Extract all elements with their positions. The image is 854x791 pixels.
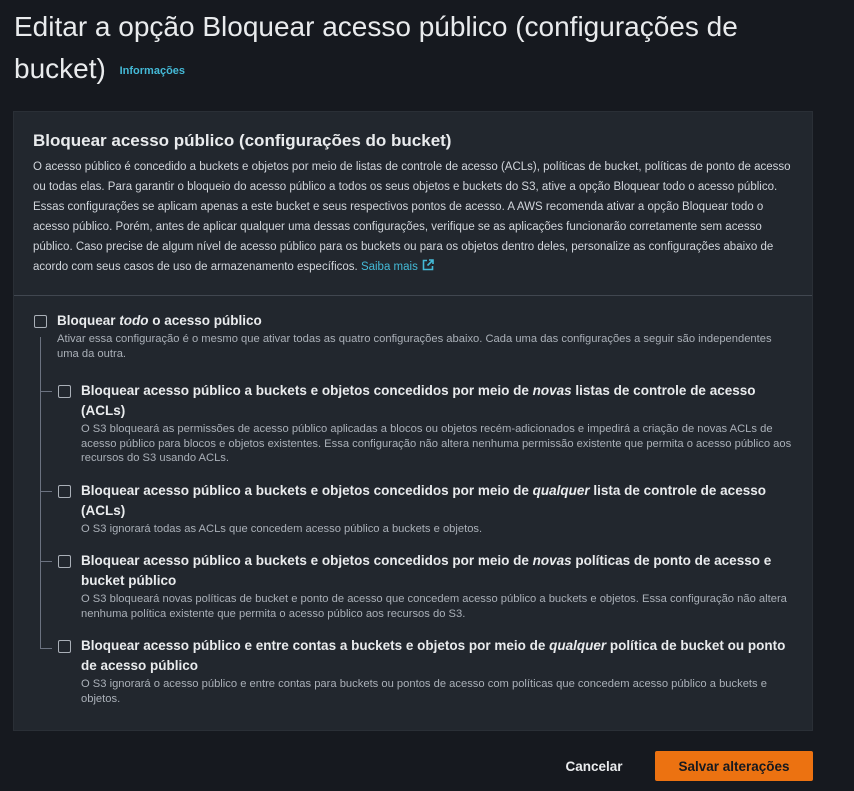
block-all-checkbox[interactable] <box>34 315 47 328</box>
cancel-button[interactable]: Cancelar <box>552 751 636 781</box>
panel-header: Bloquear acesso público (configurações d… <box>33 130 793 277</box>
block-all-title-pre: Bloquear <box>57 313 120 328</box>
option-any-policies-checkbox[interactable] <box>58 640 71 653</box>
option-any-policies-title: Bloquear acesso público e entre contas a… <box>81 636 801 676</box>
option-title-pre: Bloquear acesso público e entre contas a… <box>81 638 550 653</box>
learn-more-label: Saiba mais <box>360 261 418 273</box>
panel-description: O acesso público é concedido a buckets e… <box>33 157 793 277</box>
option-any-policies-description: O S3 ignorará o acesso público e entre c… <box>81 678 767 705</box>
block-all-title-em: todo <box>119 313 149 328</box>
option-title-em: qualquer <box>532 483 590 498</box>
save-changes-button[interactable]: Salvar alterações <box>655 751 813 781</box>
external-link-icon <box>422 259 434 271</box>
option-title-em: novas <box>532 383 572 398</box>
option-any-acls-checkbox[interactable] <box>58 485 71 498</box>
tree-connector <box>40 337 41 649</box>
tree-branch <box>40 561 52 562</box>
tree-branch <box>40 391 52 392</box>
panel-divider <box>14 295 812 296</box>
block-all-description: Ativar essa configuração é o mesmo que a… <box>57 333 772 360</box>
info-link[interactable]: Informações <box>120 65 185 77</box>
option-title-pre: Bloquear acesso público a buckets e obje… <box>81 553 533 568</box>
panel-description-text: O acesso público é concedido a buckets e… <box>33 161 791 273</box>
option-new-policies-checkbox[interactable] <box>58 555 71 568</box>
option-new-acls-checkbox[interactable] <box>58 385 71 398</box>
option-any-acls-title: Bloquear acesso público a buckets e obje… <box>81 481 781 521</box>
tree-branch <box>40 491 52 492</box>
option-new-acls-title: Bloquear acesso público a buckets e obje… <box>81 381 781 421</box>
option-new-policies-title: Bloquear acesso público a buckets e obje… <box>81 551 781 591</box>
page-title: Editar a opção Bloquear acesso público (… <box>14 6 814 92</box>
option-title-pre: Bloquear acesso público a buckets e obje… <box>81 483 533 498</box>
learn-more-link[interactable]: Saiba mais <box>360 259 434 273</box>
panel-heading: Bloquear acesso público (configurações d… <box>33 131 452 150</box>
option-title-em: novas <box>532 553 572 568</box>
option-title-pre: Bloquear acesso público a buckets e obje… <box>81 383 533 398</box>
option-new-policies-description: O S3 bloqueará novas políticas de bucket… <box>81 593 787 620</box>
block-all-title: Bloquear todo o acesso público <box>57 311 797 331</box>
option-title-em: qualquer <box>549 638 607 653</box>
option-any-acls-description: O S3 ignorará todas as ACLs que concedem… <box>81 523 483 535</box>
block-all-title-post: o acesso público <box>148 313 262 328</box>
tree-branch <box>40 648 52 649</box>
option-new-acls-description: O S3 bloqueará as permissões de acesso p… <box>81 423 792 464</box>
